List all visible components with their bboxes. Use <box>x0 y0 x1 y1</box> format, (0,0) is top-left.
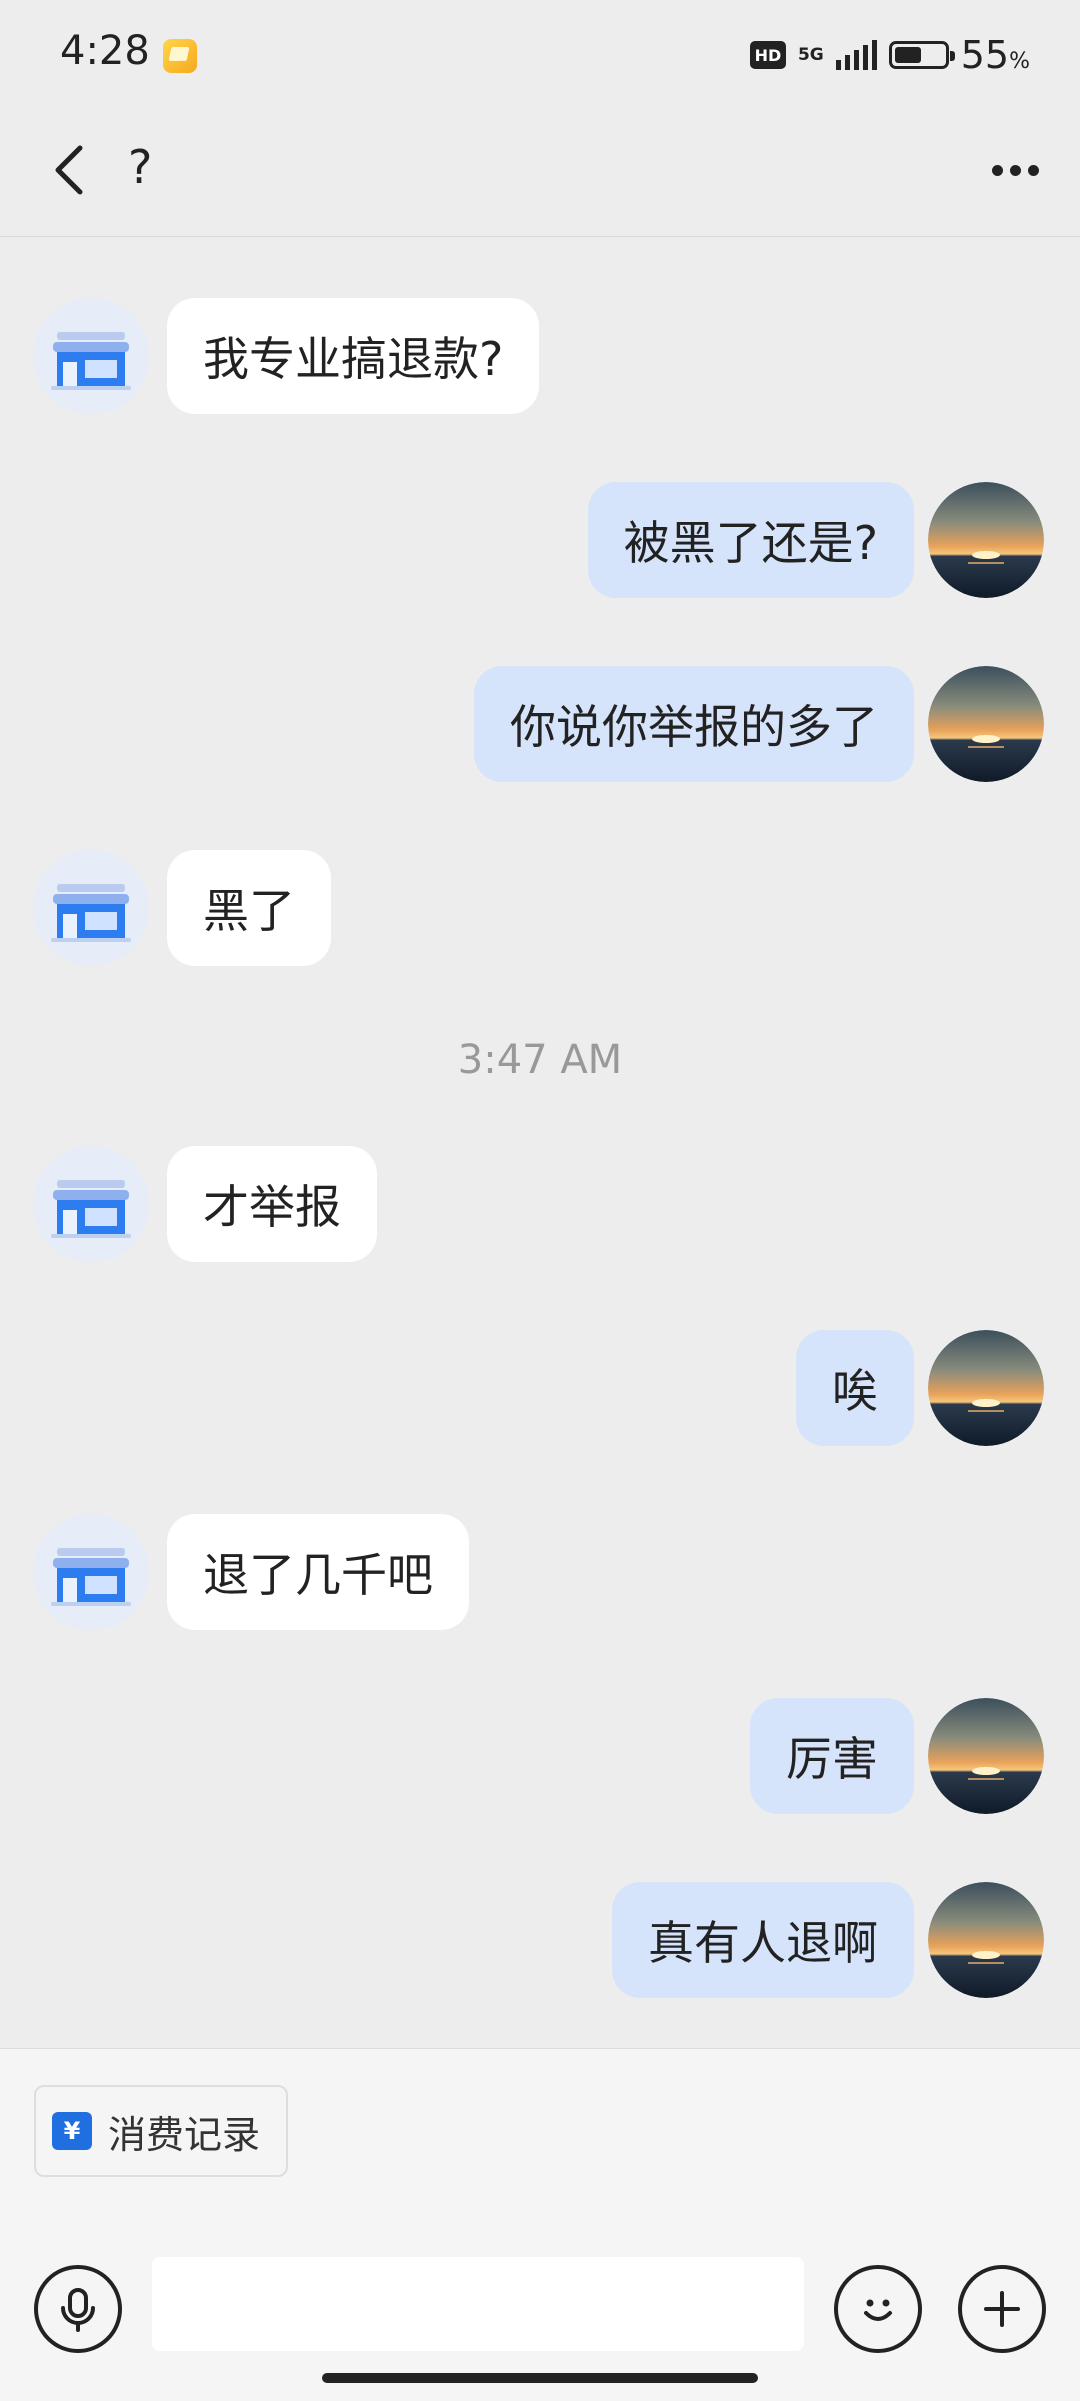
user-avatar[interactable] <box>928 1330 1044 1446</box>
incoming-message: 才举报 <box>0 1146 1080 1266</box>
outgoing-message: 唉 <box>0 1330 1080 1450</box>
voice-button[interactable] <box>34 2265 122 2353</box>
signal-icon <box>835 40 877 70</box>
incoming-message: 黑了 <box>0 850 1080 970</box>
sunset-avatar <box>928 482 1044 598</box>
outgoing-message: 被黑了还是? <box>0 482 1080 602</box>
smiley-icon <box>864 2299 892 2321</box>
user-avatar[interactable] <box>928 1698 1044 1814</box>
shop-avatar[interactable] <box>33 1514 149 1630</box>
battery-percent: 55% <box>960 33 1030 77</box>
sunset-avatar <box>928 1882 1044 1998</box>
back-button[interactable] <box>40 138 104 202</box>
chip-label: 消费记录 <box>108 2112 261 2157</box>
message-bubble[interactable]: 唉 <box>796 1330 914 1446</box>
store-icon <box>33 1146 149 1262</box>
store-icon <box>33 850 149 966</box>
message-bubble[interactable]: 你说你举报的多了 <box>474 666 914 782</box>
user-avatar[interactable] <box>928 482 1044 598</box>
status-bar: 4:28 HD 5G 55% <box>0 0 1080 110</box>
time-divider: 3:47 AM <box>457 1037 623 1083</box>
hd-badge: HD <box>749 41 786 69</box>
home-indicator[interactable] <box>322 2373 758 2383</box>
shop-avatar[interactable] <box>33 850 149 966</box>
outgoing-message: 你说你举报的多了 <box>0 666 1080 786</box>
store-icon <box>33 298 149 414</box>
shop-avatar[interactable] <box>33 1146 149 1262</box>
user-avatar[interactable] <box>928 666 1044 782</box>
message-bubble[interactable]: 真有人退啊 <box>612 1882 914 1998</box>
battery-icon <box>888 41 955 69</box>
user-avatar[interactable] <box>928 1882 1044 1998</box>
message-bubble[interactable]: 我专业搞退款? <box>167 298 540 414</box>
message-bubble[interactable]: 厉害 <box>750 1698 914 1814</box>
plus-icon <box>984 2291 1020 2327</box>
outgoing-message: 真有人退啊 <box>0 1882 1080 2002</box>
chevron-left-icon <box>55 145 83 195</box>
bottom-panel: ¥ 消费记录 <box>0 2048 1080 2401</box>
sunset-avatar <box>928 1330 1044 1446</box>
message-bubble[interactable]: 退了几千吧 <box>167 1514 469 1630</box>
more-button[interactable] <box>980 140 1050 200</box>
chat-header: ? <box>0 110 1080 237</box>
message-list[interactable]: 我专业搞退款? 被黑了还是? 你说你举报的多了黑了 3:47 AM 才举报唉退了几千吧厉… <box>0 237 1080 2047</box>
chat-title: ? <box>128 140 153 194</box>
sunset-avatar <box>928 1698 1044 1814</box>
store-icon <box>33 1514 149 1630</box>
input-bar <box>0 2239 1080 2379</box>
more-horizontal-icon <box>991 164 1003 176</box>
network-type: 5G <box>797 44 824 65</box>
message-bubble[interactable]: 才举报 <box>167 1146 377 1262</box>
sunset-avatar <box>928 666 1044 782</box>
microphone-icon <box>61 2288 95 2332</box>
consumption-record-chip[interactable]: ¥ 消费记录 <box>34 2085 288 2177</box>
gallery-icon <box>163 39 197 73</box>
incoming-message: 我专业搞退款? <box>0 298 1080 418</box>
receipt-icon: ¥ <box>52 2112 92 2150</box>
emoji-button[interactable] <box>834 2265 922 2353</box>
message-bubble[interactable]: 黑了 <box>167 850 331 966</box>
shop-avatar[interactable] <box>33 298 149 414</box>
outgoing-message: 厉害 <box>0 1698 1080 1818</box>
plus-button[interactable] <box>958 2265 1046 2353</box>
status-time: 4:28 <box>60 28 150 74</box>
status-indicators: HD 5G 55% <box>749 30 1030 80</box>
message-bubble[interactable]: 被黑了还是? <box>587 482 914 598</box>
incoming-message: 退了几千吧 <box>0 1514 1080 1634</box>
message-input[interactable] <box>152 2257 804 2351</box>
